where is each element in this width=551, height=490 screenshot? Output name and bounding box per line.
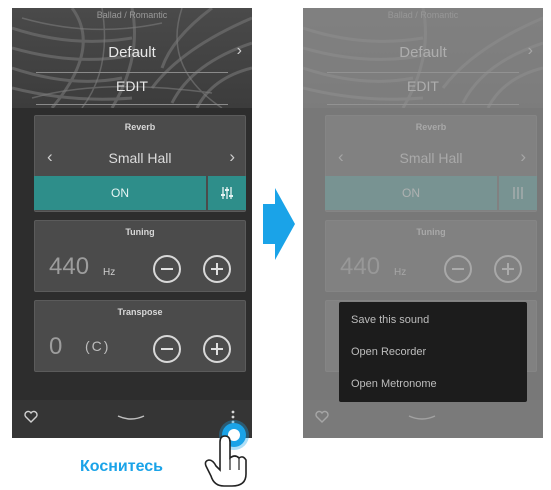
transpose-key: (C) [85,338,111,354]
overflow-menu: Save this sound Open Recorder Open Metro… [339,302,527,402]
tuning-decrease-button[interactable] [153,255,181,283]
minus-icon [161,268,173,270]
phone-screen-before: Ballad / Romantic Default › EDIT Reverb … [12,8,252,438]
finger-tap-icon [204,435,247,487]
chevron-right-icon[interactable]: › [229,147,235,167]
reverb-on-label: ON [111,186,129,200]
chevron-right-icon[interactable]: › [237,42,242,60]
menu-item-save-sound[interactable]: Save this sound [351,314,429,326]
plus-icon [211,343,223,355]
reverb-title: Reverb [124,122,156,132]
sliders-icon [221,187,233,199]
edit-button[interactable]: EDIT [12,78,252,94]
reverb-type: Small Hall [108,150,172,166]
divider [36,104,228,105]
tuning-increase-button[interactable] [203,255,231,283]
sound-header: Ballad / Romantic Default › EDIT [12,8,252,108]
transpose-decrease-button[interactable] [153,335,181,363]
heart-icon[interactable] [24,410,38,423]
transpose-panel: Transpose 0 (C) [34,300,246,372]
tuning-title: Tuning [125,227,155,237]
reverb-panel: Reverb ‹ Small Hall › ON [34,115,246,212]
minus-icon [161,348,173,350]
menu-item-open-metronome[interactable]: Open Metronome [351,378,437,390]
reverb-settings-button[interactable] [208,176,246,210]
transpose-increase-button[interactable] [203,335,231,363]
phone-screen-after: Ballad / Romantic Default › EDIT Reverb … [303,8,543,438]
bottom-toolbar [12,400,252,438]
transpose-value: 0 [49,333,63,360]
reverb-on-toggle[interactable]: ON [34,176,206,210]
divider [36,72,228,73]
arrow-right-icon [263,188,295,260]
tuning-panel: Tuning 440 Hz [34,220,246,292]
tuning-unit: Hz [103,267,116,278]
tuning-value: 440 [49,253,90,280]
menu-item-open-recorder[interactable]: Open Recorder [351,346,426,358]
tap-instruction: Коснитесь [80,458,163,475]
plus-icon [211,263,223,275]
sound-name[interactable]: Default [12,44,252,61]
drawer-handle-icon[interactable] [116,414,146,422]
transpose-title: Transpose [117,307,163,317]
sound-category: Ballad / Romantic [96,10,168,20]
